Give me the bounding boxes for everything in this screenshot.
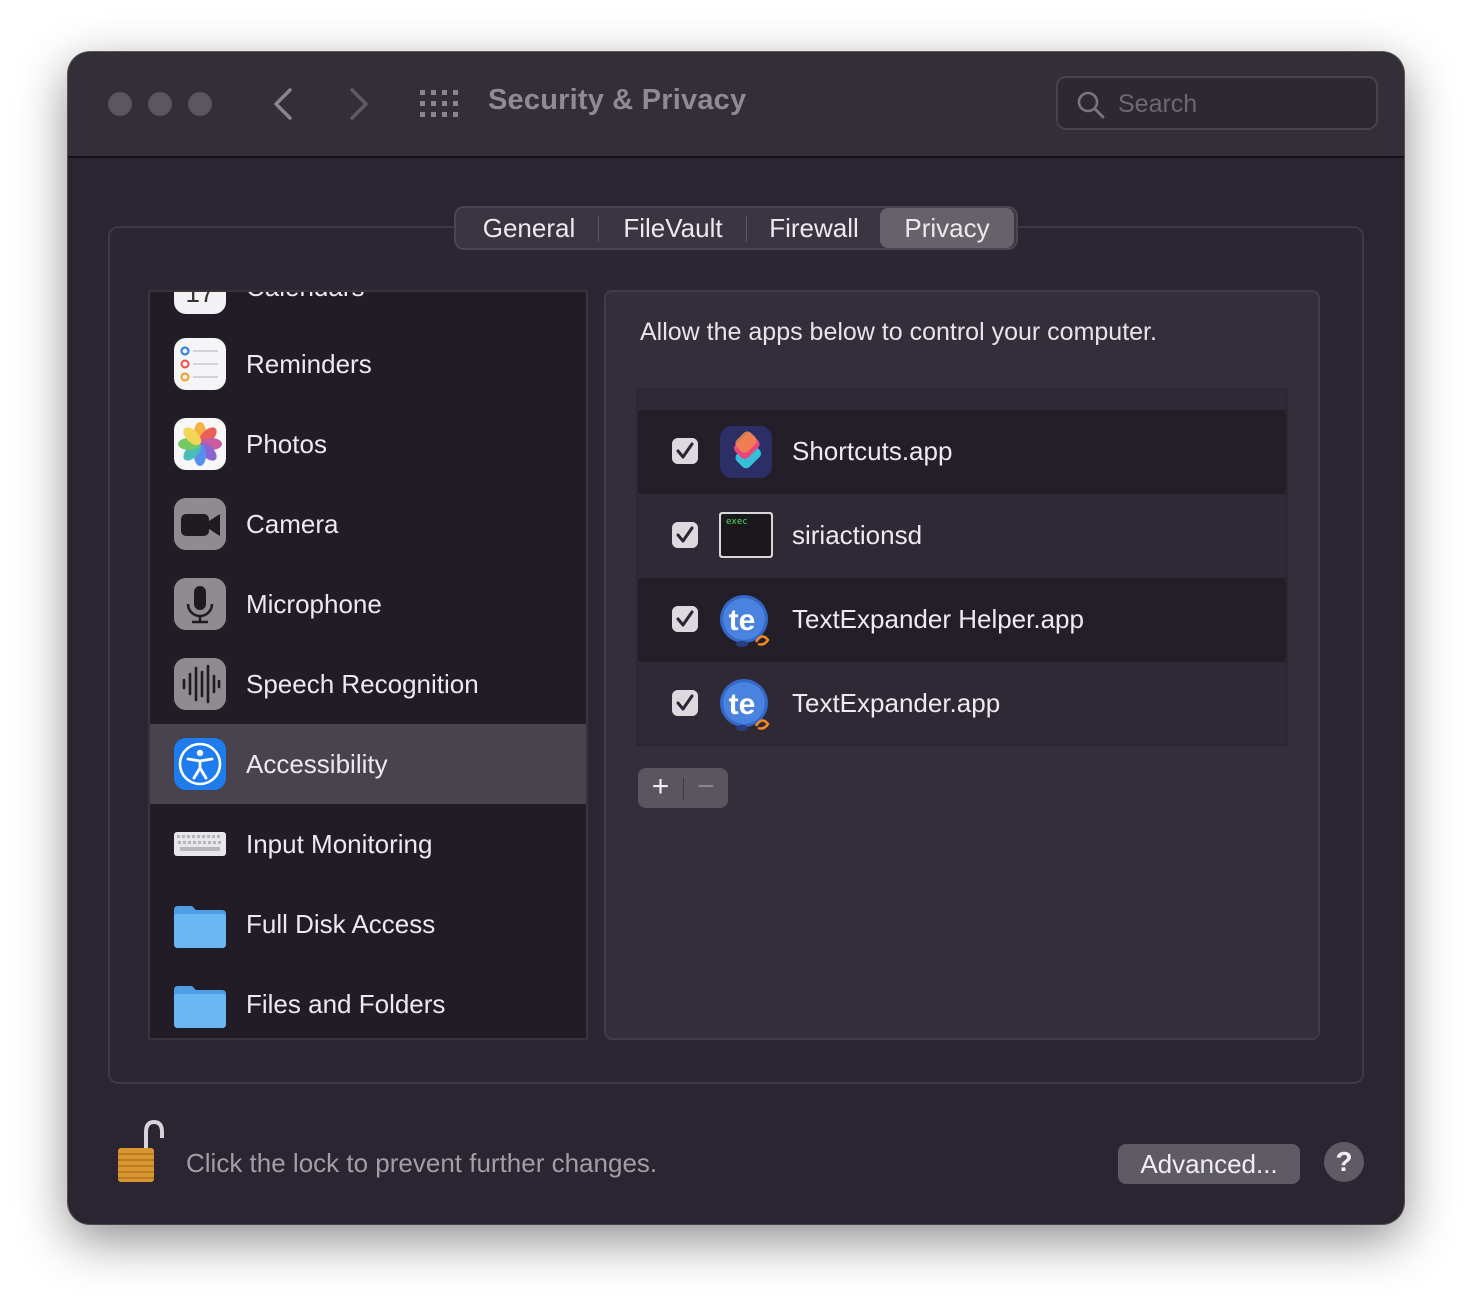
panel-description: Allow the apps below to control your com… [640, 318, 1157, 346]
te-label: te [729, 604, 756, 637]
shortcuts-icon [720, 426, 772, 478]
title-bar: Security & Privacy [68, 52, 1404, 158]
sidebar-item-label: Photos [246, 429, 327, 459]
app-name: TextExpander.app [792, 688, 1001, 718]
tab-firewall[interactable]: Firewall [750, 208, 878, 248]
list-item[interactable]: te TextExpander.app [638, 662, 1286, 744]
add-remove-control: + − [638, 768, 728, 808]
back-arrow-icon[interactable] [264, 82, 304, 126]
sidebar-item-label: Speech Recognition [246, 669, 479, 699]
accessibility-panel: Allow the apps below to control your com… [604, 290, 1320, 1040]
advanced-button[interactable]: Advanced... [1118, 1144, 1300, 1184]
app-name: TextExpander Helper.app [792, 604, 1084, 634]
calendar-icon: 17 [174, 290, 226, 314]
sidebar-item-label: Reminders [246, 349, 372, 379]
app-name: siriactionsd [792, 520, 923, 550]
exec-label: exec [726, 517, 748, 527]
tab-general[interactable]: General [466, 208, 592, 248]
sidebar-item-label: Accessibility [246, 749, 388, 779]
show-all-grid-icon[interactable] [420, 90, 458, 118]
folder-icon [174, 906, 226, 948]
sidebar-item-label: Camera [246, 509, 339, 539]
help-button[interactable]: ? [1324, 1142, 1364, 1182]
list-item [638, 388, 1286, 410]
keyboard-icon [174, 832, 226, 856]
sidebar-item-camera[interactable]: Camera [150, 484, 586, 564]
folder-icon [174, 986, 226, 1028]
close-window-button[interactable] [108, 92, 132, 116]
search-input[interactable] [1116, 86, 1360, 122]
tab-separator [598, 216, 599, 242]
photos-icon [174, 418, 226, 470]
accessibility-icon [174, 738, 226, 790]
sidebar-item-label: Calendars [246, 292, 365, 302]
checkbox-checked-icon[interactable] [672, 522, 698, 548]
add-app-button[interactable]: + [638, 768, 683, 808]
camera-icon [174, 498, 226, 550]
tab-bar: General FileVault Firewall Privacy [454, 206, 1018, 250]
tab-filevault[interactable]: FileVault [604, 208, 742, 248]
unlocked-padlock-icon[interactable] [116, 1120, 168, 1186]
microphone-icon [174, 578, 226, 630]
sidebar-item-speech-recognition[interactable]: Speech Recognition [150, 644, 586, 724]
list-item[interactable]: Shortcuts.app [638, 410, 1286, 494]
te-label: te [729, 688, 756, 721]
search-icon [1077, 91, 1105, 119]
sidebar-item-label: Microphone [246, 589, 382, 619]
tab-separator [746, 216, 747, 242]
preferences-window: Security & Privacy General FileVault Fir… [68, 52, 1404, 1224]
minimize-window-button[interactable] [148, 92, 172, 116]
forward-arrow-icon[interactable] [338, 82, 378, 126]
sidebar-item-microphone[interactable]: Microphone [150, 564, 586, 644]
window-title: Security & Privacy [488, 84, 747, 116]
sidebar-item-reminders[interactable]: Reminders [150, 324, 586, 404]
checkbox-checked-icon[interactable] [672, 690, 698, 716]
sidebar-item-input-monitoring[interactable]: Input Monitoring [150, 804, 586, 884]
speech-recognition-icon [174, 658, 226, 710]
checkbox-checked-icon[interactable] [672, 606, 698, 632]
sidebar-item-calendars[interactable]: 17 Calendars [150, 290, 586, 328]
list-item[interactable]: te TextExpander Helper.app [638, 578, 1286, 662]
sidebar-item-label: Full Disk Access [246, 909, 436, 939]
svg-text:17: 17 [186, 290, 215, 308]
remove-app-button[interactable]: − [684, 768, 728, 808]
lock-message: Click the lock to prevent further change… [186, 1148, 658, 1178]
zoom-window-button[interactable] [188, 92, 212, 116]
sidebar-item-files-and-folders[interactable]: Files and Folders [150, 964, 586, 1038]
sidebar-item-accessibility[interactable]: Accessibility [150, 724, 586, 804]
tab-privacy[interactable]: Privacy [880, 208, 1014, 248]
sidebar-item-photos[interactable]: Photos [150, 404, 586, 484]
reminders-icon [174, 338, 226, 390]
checkbox-checked-icon[interactable] [672, 438, 698, 464]
terminal-exec-icon: exec [719, 512, 773, 558]
app-list[interactable]: Shortcuts.app exec siriactionsd te TextE… [636, 388, 1288, 746]
search-field[interactable] [1056, 76, 1378, 130]
app-icon [718, 388, 774, 396]
sidebar-item-full-disk-access[interactable]: Full Disk Access [150, 884, 586, 964]
sidebar-item-label: Input Monitoring [246, 829, 433, 859]
privacy-category-list[interactable]: 17 Calendars Reminders [148, 290, 588, 1040]
list-item[interactable]: exec siriactionsd [638, 494, 1286, 578]
textexpander-icon: te [720, 595, 770, 647]
textexpander-icon: te [720, 679, 770, 731]
app-name: Shortcuts.app [792, 436, 953, 466]
sidebar-item-label: Files and Folders [246, 989, 446, 1019]
